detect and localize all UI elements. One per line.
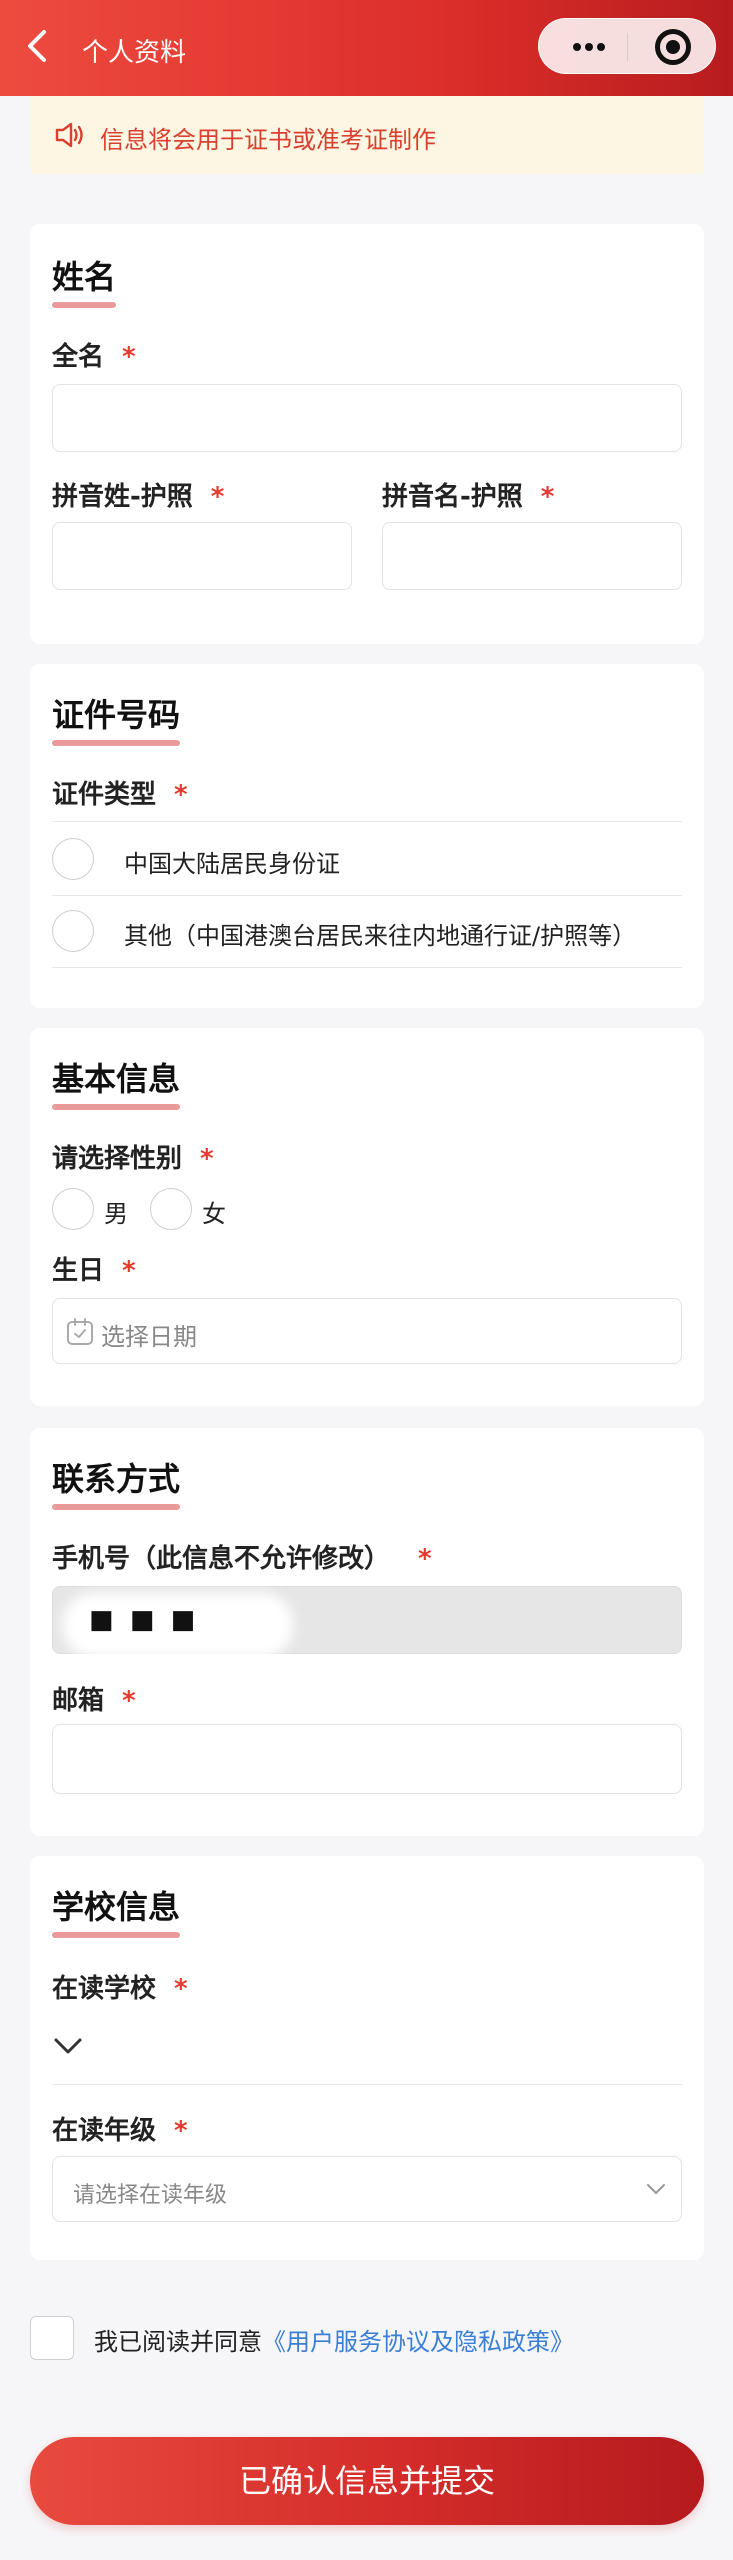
page-title: 个人资料 <box>82 38 187 68</box>
capsule-divider <box>627 33 628 61</box>
miniprogram-capsule <box>538 18 716 74</box>
agreement-text: 我已阅读并同意《用户服务协议及隐私政策》 <box>94 2322 574 2357</box>
basic-info-card: 基本信息 请选择性别 * 男 女 生日 * 选择日期 <box>30 1028 704 1406</box>
surname-input[interactable] <box>52 522 352 590</box>
section-title-text: 姓名 <box>52 258 117 296</box>
phone-field-readonly: ■ ■ ■ <box>52 1586 682 1657</box>
section-title-contact: 联系方式 <box>52 1454 181 1510</box>
full-name-input[interactable] <box>52 384 682 452</box>
section-title-text: 证件号码 <box>52 696 181 734</box>
gender-radio-female[interactable] <box>150 1188 192 1230</box>
birthday-label: 生日 * <box>52 1250 136 1287</box>
section-title-text: 基本信息 <box>52 1060 181 1098</box>
section-title-basic: 基本信息 <box>52 1054 181 1110</box>
notice-bar: 信息将会用于证书或准考证制作 <box>30 96 704 174</box>
required-mark: * <box>418 1544 432 1574</box>
grade-placeholder: 请选择在读年级 <box>73 2183 228 2208</box>
email-label: 邮箱 * <box>52 1680 136 1717</box>
contact-card: 联系方式 手机号（此信息不允许修改） * ■ ■ ■ 邮箱 * <box>30 1428 704 1836</box>
title-underline <box>52 302 117 308</box>
required-mark: * <box>122 1256 136 1286</box>
required-mark: * <box>200 1144 214 1174</box>
title-underline <box>52 1932 181 1938</box>
section-title-text: 学校信息 <box>52 1888 181 1926</box>
title-underline <box>52 1104 181 1110</box>
phone-label: 手机号（此信息不允许修改） * <box>52 1538 432 1575</box>
phone-value: ■ ■ ■ <box>89 1605 200 1635</box>
required-mark: * <box>540 482 555 512</box>
id-type-label-text: 证件类型 <box>52 780 157 810</box>
calendar-icon <box>67 1318 93 1345</box>
chevron-down-icon <box>647 2184 665 2194</box>
close-miniprogram-button[interactable] <box>635 19 707 75</box>
birthday-placeholder: 选择日期 <box>101 1323 197 1351</box>
back-button[interactable] <box>20 24 60 68</box>
name-card: 姓名 全名 * 拼音姓-护照 * 拼音名-护照 * <box>30 224 704 644</box>
agreement-link[interactable]: 《用户服务协议及隐私政策》 <box>262 2328 574 2356</box>
school-select[interactable] <box>52 2026 682 2076</box>
email-label-text: 邮箱 <box>52 1686 105 1716</box>
more-dots-icon <box>573 43 581 51</box>
surname-label-text: 拼音姓-护照 <box>52 482 193 512</box>
required-mark: * <box>210 482 225 512</box>
gender-label: 请选择性别 * <box>52 1138 214 1175</box>
section-title-school: 学校信息 <box>52 1882 181 1938</box>
more-dots-icon-dot <box>597 43 605 51</box>
given-name-label: 拼音名-护照 * <box>382 476 554 513</box>
title-underline <box>52 740 181 746</box>
surname-label: 拼音姓-护照 * <box>52 476 224 513</box>
id-card: 证件号码 证件类型 * 中国大陆居民身份证 其他（中国港澳台居民来往内地通行证/护… <box>30 664 704 1008</box>
id-type-radio-other[interactable] <box>52 910 94 952</box>
required-mark: * <box>174 780 188 810</box>
full-name-label: 全名 * <box>52 336 136 373</box>
full-name-label-text: 全名 <box>52 342 105 372</box>
gender-radio-male[interactable] <box>52 1188 94 1230</box>
agreement-checkbox[interactable] <box>30 2316 74 2360</box>
given-name-input[interactable] <box>382 522 682 590</box>
section-title-name: 姓名 <box>52 252 117 308</box>
id-type-radio-mainland[interactable] <box>52 838 94 880</box>
title-underline <box>52 1504 181 1510</box>
section-title-text: 联系方式 <box>52 1460 181 1498</box>
given-name-label-text: 拼音名-护照 <box>382 482 523 512</box>
required-mark: * <box>174 1974 188 2004</box>
target-icon-center <box>666 40 680 54</box>
grade-select[interactable]: 请选择在读年级 <box>52 2156 682 2222</box>
id-type-option-other[interactable]: 其他（中国港澳台居民来往内地通行证/护照等） <box>124 916 636 951</box>
section-title-id: 证件号码 <box>52 690 181 746</box>
agreement-prefix: 我已阅读并同意 <box>94 2328 262 2356</box>
divider <box>52 967 682 968</box>
speaker-icon <box>55 122 83 148</box>
chevron-left-icon <box>28 30 46 62</box>
id-type-label: 证件类型 * <box>52 774 188 811</box>
gender-option-female[interactable]: 女 <box>202 1194 226 1229</box>
divider <box>52 821 682 822</box>
more-dots-icon-dot <box>585 43 593 51</box>
required-mark: * <box>122 342 136 372</box>
email-input[interactable] <box>52 1724 682 1794</box>
required-mark: * <box>174 2116 188 2146</box>
birthday-label-text: 生日 <box>52 1256 105 1286</box>
birthday-picker[interactable]: 选择日期 <box>52 1298 682 1364</box>
divider <box>52 895 682 896</box>
chevron-down-icon <box>54 2038 82 2054</box>
id-type-option-mainland[interactable]: 中国大陆居民身份证 <box>124 844 340 879</box>
grade-label: 在读年级 * <box>52 2110 188 2147</box>
school-label-text: 在读学校 <box>52 1974 157 2004</box>
required-mark: * <box>122 1686 136 1716</box>
more-options-button[interactable] <box>553 19 625 75</box>
school-label: 在读学校 * <box>52 1968 188 2005</box>
phone-label-text: 手机号（此信息不允许修改） <box>52 1544 391 1574</box>
grade-label-text: 在读年级 <box>52 2116 157 2146</box>
gender-label-text: 请选择性别 <box>52 1144 183 1174</box>
divider <box>52 2084 682 2085</box>
page: 个人资料 信息将会用于证书或准考证制作 姓名 全名 * 拼音姓-护照 * 拼音名… <box>0 0 733 2560</box>
school-card: 学校信息 在读学校 * 在读年级 * 请选择在读年级 <box>30 1856 704 2260</box>
notice-text: 信息将会用于证书或准考证制作 <box>100 126 436 154</box>
submit-button[interactable]: 已确认信息并提交 <box>30 2437 704 2525</box>
gender-option-male[interactable]: 男 <box>104 1194 128 1229</box>
nav-header: 个人资料 <box>0 0 733 96</box>
